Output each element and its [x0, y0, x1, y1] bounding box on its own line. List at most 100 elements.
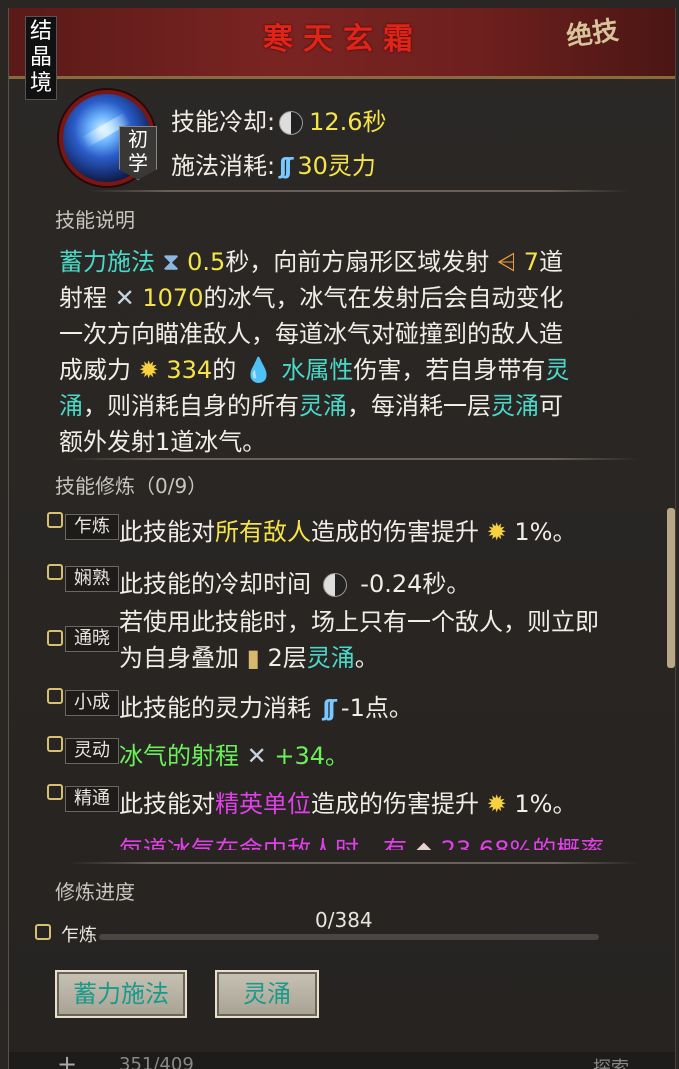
- cooldown-label: 技能冷却:: [171, 108, 276, 136]
- power-icon: ✹: [138, 356, 159, 384]
- cost-value: 30灵力: [297, 152, 376, 180]
- scroll-icon: ▮: [246, 644, 260, 672]
- surge-keyword: 灵涌: [306, 644, 355, 672]
- row-text: 为自身叠加: [119, 644, 239, 672]
- elite-keyword: 精英单位: [215, 790, 311, 818]
- desc-text: 额外发射1道冰气。: [59, 428, 267, 456]
- desc-text: 可: [539, 392, 563, 420]
- training-row: 小成 此技能的灵力消耗 ʃʃ -1点。: [47, 688, 675, 724]
- row-value: 23.68%的概率: [440, 836, 605, 850]
- lock-icon: [35, 924, 51, 940]
- row-text: 冰气的射程: [119, 742, 239, 770]
- row-text: 此技能的冷却时间: [119, 570, 311, 598]
- progress-stage: 乍炼: [35, 924, 105, 948]
- training-heading: 技能修炼（0/9）: [55, 474, 208, 498]
- row-text: 此技能对: [119, 790, 215, 818]
- surge-keyword: 灵涌: [299, 392, 347, 420]
- lock-icon: [47, 688, 63, 704]
- training-row: 通晓 若使用此技能时，场上只有一个敌人，则立即 为自身叠加 ▮ 2层灵涌。: [47, 604, 675, 676]
- row-value: 1%。: [514, 790, 577, 818]
- row-text: 造成的伤害提升: [311, 790, 479, 818]
- spirit-icon: ʃʃ: [322, 697, 337, 722]
- cooldown-icon: [279, 111, 304, 135]
- lock-icon: [47, 736, 63, 752]
- row-text: 若使用此技能时，场上只有一个敌人，则立即: [119, 608, 599, 636]
- stage-tag: 精通: [65, 786, 119, 812]
- desc-text: 道: [539, 248, 564, 276]
- surge-button[interactable]: 灵涌: [215, 970, 319, 1018]
- surge-keyword: 灵涌: [491, 392, 539, 420]
- row-text: 每道冰气在命中敌人时，有: [119, 836, 407, 850]
- row-value: -1点。: [340, 694, 413, 722]
- cooldown-value: 12.6秒: [309, 108, 387, 136]
- gem-icon: ◆: [414, 836, 434, 850]
- row-value: 1%。: [514, 518, 577, 546]
- stage-tag: 灵动: [65, 738, 119, 764]
- desc-text: ，每消耗一层: [347, 392, 491, 420]
- lock-icon: [47, 784, 63, 800]
- row-keyword: 所有敌人: [215, 518, 311, 546]
- lock-icon: [47, 630, 63, 646]
- skill-tooltip-panel: 寒天玄霜 绝技 结晶境 初学 技能冷却: 12.6秒 施法消耗: ʃʃ 30灵力 技能…: [8, 8, 676, 1069]
- explore-label[interactable]: 探索: [593, 1054, 629, 1069]
- lock-icon: [47, 564, 63, 580]
- training-row: 灵动 冰气的射程 ✕ +34。: [47, 736, 675, 772]
- cost-label: 施法消耗:: [171, 152, 276, 180]
- realm-label: 结晶境: [25, 16, 57, 100]
- desc-text: 伤害，若自身带有: [353, 356, 546, 384]
- desc-text: 一次方向瞄准敌人，每道冰气对碰撞到的敌人造: [59, 320, 563, 348]
- training-row: 乍炼 此技能对所有敌人造成的伤害提升 ✹ 1%。: [47, 512, 675, 548]
- water-icon: 💧: [243, 356, 274, 384]
- desc-text: 的: [212, 356, 237, 384]
- spirit-icon: ʃʃ: [279, 154, 293, 180]
- row-text: 造成的伤害提升: [311, 518, 479, 546]
- surge-keyword: 灵: [545, 356, 570, 384]
- row-text: 。: [354, 644, 379, 672]
- training-row-partial: 每道冰气在命中敌人时，有 ◆ 23.68%的概率: [47, 828, 675, 850]
- row-text: 此技能的灵力消耗: [119, 694, 311, 722]
- divider: [69, 458, 639, 460]
- bottom-status-strip: + 351/409 探索: [9, 1050, 675, 1069]
- surge-keyword: 涌: [59, 392, 83, 420]
- cooldown-icon: [322, 573, 347, 597]
- row-value: -0.24秒。: [360, 570, 471, 598]
- progress-bar: [99, 934, 599, 940]
- cooldown-stat: 技能冷却: 12.6秒: [171, 102, 387, 137]
- training-row: 娴熟 此技能的冷却时间 -0.24秒。: [47, 564, 675, 600]
- power-value: 334: [166, 356, 213, 384]
- desc-text: 秒，向前方扇形区域发射: [225, 248, 490, 276]
- ultimate-mark: 绝技: [564, 15, 621, 53]
- scrollbar[interactable]: [667, 508, 675, 668]
- multishot-icon: ⩤: [496, 248, 517, 276]
- progress-value: 0/384: [315, 908, 373, 932]
- desc-text: 成威力: [59, 356, 131, 384]
- water-element-keyword: 水属性: [281, 356, 354, 384]
- stage-tag: 小成: [65, 690, 119, 716]
- divider: [69, 862, 639, 864]
- desc-text: 的冰气，冰气在发射后会自动变化: [203, 284, 564, 312]
- training-row: 精通 此技能对精英单位造成的伤害提升 ✹ 1%。: [47, 784, 675, 820]
- divider: [89, 190, 629, 192]
- charge-cast-keyword: 蓄力施法: [59, 248, 155, 276]
- desc-text: ，则消耗自身的所有: [83, 392, 299, 420]
- power-icon: ✹: [486, 790, 507, 818]
- range-icon: ✕: [114, 284, 135, 312]
- skill-description: 蓄力施法 ⧗ 0.5秒，向前方扇形区域发射 ⩤ 7道 射程 ✕ 1070的冰气，…: [59, 244, 659, 460]
- range-icon: ✕: [246, 742, 267, 770]
- cost-stat: 施法消耗: ʃʃ 30灵力: [171, 146, 376, 181]
- capacity-count: 351/409: [119, 1054, 194, 1069]
- range-value: 1070: [142, 284, 204, 312]
- charge-cast-button[interactable]: 蓄力施法: [55, 970, 187, 1018]
- projectile-count: 7: [523, 248, 540, 276]
- charge-time: 0.5: [187, 248, 226, 276]
- stage-tag: 乍炼: [61, 925, 97, 946]
- description-heading: 技能说明: [55, 208, 135, 232]
- stage-tag: 乍炼: [65, 514, 119, 540]
- row-value: 2层: [267, 644, 307, 672]
- power-icon: ✹: [486, 518, 507, 546]
- row-value: +34。: [274, 742, 350, 770]
- desc-text: 射程: [59, 284, 107, 312]
- progress-heading: 修炼进度: [55, 880, 135, 904]
- plus-icon[interactable]: +: [57, 1050, 77, 1069]
- stage-tag: 通晓: [65, 626, 119, 652]
